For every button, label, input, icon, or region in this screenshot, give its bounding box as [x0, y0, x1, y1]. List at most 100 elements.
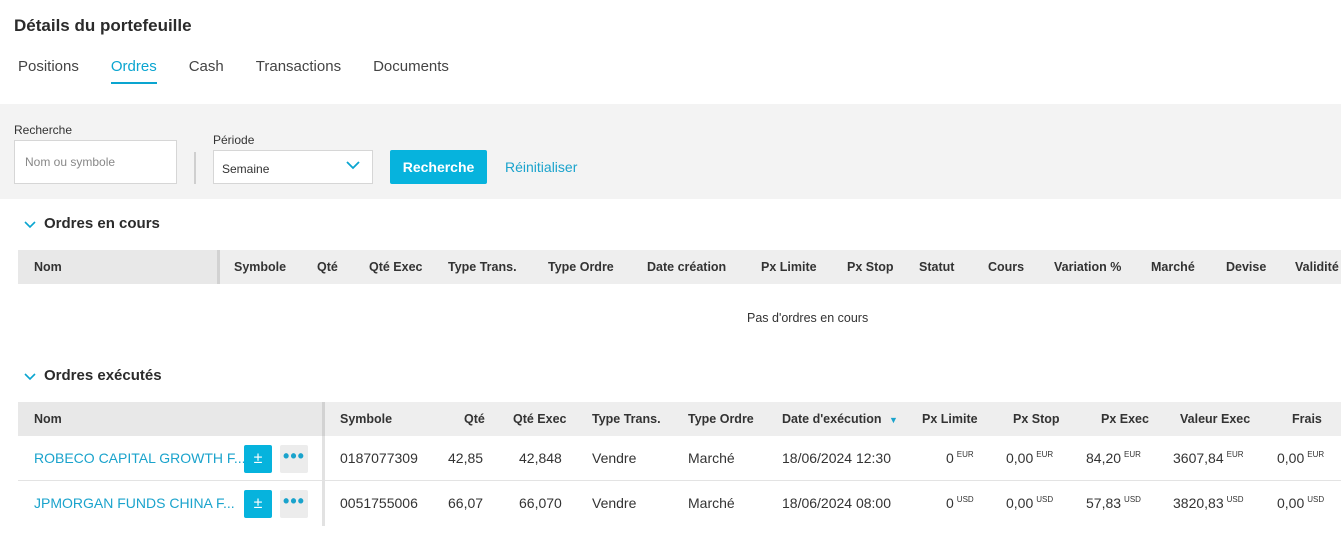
- column-header-validite[interactable]: Validité: [1295, 250, 1339, 284]
- column-header-variation[interactable]: Variation %: [1054, 250, 1121, 284]
- currency-label: USD: [1036, 495, 1054, 504]
- cell-px-limite-value: 0: [946, 495, 954, 511]
- pending-orders-title: Ordres en cours: [44, 215, 160, 232]
- column-header-type-ordre[interactable]: Type Ordre: [548, 250, 614, 284]
- chevron-down-icon: [24, 220, 36, 228]
- cell-valeur-exec-value: 3820,83: [1173, 495, 1224, 511]
- column-header-type-trans[interactable]: Type Trans.: [592, 402, 661, 436]
- column-header-valeur-exec[interactable]: Valeur Exec: [1180, 402, 1250, 436]
- tab-cash[interactable]: Cash: [189, 58, 224, 84]
- plus-minus-button[interactable]: ±: [244, 445, 272, 473]
- tab-ordres[interactable]: Ordres: [110, 58, 157, 84]
- cell-px-exec-value: 57,83: [1086, 495, 1122, 511]
- column-header-px-limite[interactable]: Px Limite: [922, 402, 978, 436]
- column-header-date-execution[interactable]: Date d'exécution ▼: [782, 402, 898, 437]
- row-nom-cell: ROBECO CAPITAL GROWTH F... ± •••: [18, 436, 325, 481]
- currency-label: USD: [1307, 495, 1325, 504]
- currency-label: USD: [1124, 495, 1141, 504]
- chevron-down-icon: [346, 161, 360, 170]
- executed-orders-header: Nom Symbole Qté Qté Exec Type Trans. Typ…: [18, 402, 1341, 436]
- filter-divider: [194, 152, 196, 184]
- row-nom-cell: JPMORGAN FUNDS CHINA F... ± •••: [18, 481, 325, 526]
- cell-symbole: 0187077309: [340, 450, 418, 466]
- column-header-px-stop[interactable]: Px Stop: [1013, 402, 1060, 436]
- page-title: Détails du portefeuille: [14, 16, 192, 35]
- column-header-marche[interactable]: Marché: [1151, 250, 1195, 284]
- cell-qte: 66,07: [448, 495, 484, 511]
- cell-symbole: 0051755006: [340, 495, 418, 511]
- pending-orders-empty-message: Pas d'ordres en cours: [747, 311, 869, 325]
- column-header-date-creation[interactable]: Date création: [647, 250, 726, 284]
- cell-type-trans: Vendre: [592, 495, 637, 511]
- table-row: JPMORGAN FUNDS CHINA F... ± ••• 00517550…: [18, 481, 1341, 526]
- cell-px-stop-value: 0,00: [1006, 450, 1034, 466]
- sort-desc-icon: ▼: [889, 415, 898, 425]
- currency-label: USD: [956, 495, 974, 504]
- column-header-symbole[interactable]: Symbole: [340, 402, 392, 436]
- instrument-link[interactable]: JPMORGAN FUNDS CHINA F...: [34, 495, 235, 511]
- table-row: ROBECO CAPITAL GROWTH F... ± ••• 0187077…: [18, 436, 1341, 481]
- period-select[interactable]: Semaine: [213, 150, 373, 184]
- cell-px-limite-value: 0: [946, 450, 954, 466]
- chevron-down-icon: [24, 372, 36, 380]
- currency-label: EUR: [956, 450, 974, 459]
- column-header-cours[interactable]: Cours: [988, 250, 1024, 284]
- instrument-link[interactable]: ROBECO CAPITAL GROWTH F...: [34, 450, 246, 466]
- reset-link[interactable]: Réinitialiser: [505, 159, 577, 175]
- cell-px-stop: 0,00 EUR: [1006, 450, 1053, 466]
- cell-px-exec: 84,20 EUR: [1086, 450, 1141, 466]
- cell-px-limite: 0 EUR: [946, 450, 974, 466]
- period-label: Période: [213, 133, 255, 147]
- cell-px-stop-value: 0,00: [1006, 495, 1034, 511]
- column-header-type-ordre[interactable]: Type Ordre: [688, 402, 754, 436]
- cell-frais-value: 0,00: [1277, 495, 1305, 511]
- tab-bar: Positions Ordres Cash Transactions Docum…: [18, 58, 481, 84]
- cell-qte-exec: 66,070: [519, 495, 562, 511]
- pending-orders-toggle[interactable]: Ordres en cours: [24, 215, 160, 232]
- column-header-frais[interactable]: Frais: [1292, 402, 1322, 436]
- column-header-px-limite[interactable]: Px Limite: [761, 250, 817, 284]
- cell-type-trans: Vendre: [592, 450, 637, 466]
- plus-minus-button[interactable]: ±: [244, 490, 272, 518]
- cell-px-exec: 57,83 USD: [1086, 495, 1141, 511]
- cell-valeur-exec: 3820,83 USD: [1173, 495, 1244, 511]
- pending-orders-header: Nom Symbole Qté Qté Exec Type Trans. Typ…: [18, 250, 1341, 284]
- executed-orders-toggle[interactable]: Ordres exécutés: [24, 367, 162, 384]
- currency-label: EUR: [1036, 450, 1054, 459]
- cell-px-stop: 0,00 USD: [1006, 495, 1053, 511]
- executed-nom-header-cell: Nom: [18, 402, 325, 436]
- more-options-button[interactable]: •••: [280, 445, 308, 473]
- cell-qte: 42,85: [448, 450, 484, 466]
- search-input[interactable]: [14, 140, 177, 184]
- cell-type-ordre: Marché: [688, 495, 735, 511]
- tab-documents[interactable]: Documents: [373, 58, 449, 84]
- pending-nom-header-cell: Nom: [18, 250, 220, 284]
- search-button[interactable]: Recherche: [390, 150, 487, 184]
- column-header-devise[interactable]: Devise: [1226, 250, 1266, 284]
- currency-label: EUR: [1307, 450, 1325, 459]
- tab-positions[interactable]: Positions: [18, 58, 79, 84]
- column-header-px-stop[interactable]: Px Stop: [847, 250, 894, 284]
- column-header-qte[interactable]: Qté: [317, 250, 338, 284]
- column-header-nom[interactable]: Nom: [34, 402, 62, 436]
- cell-valeur-exec: 3607,84 EUR: [1173, 450, 1244, 466]
- column-header-px-exec[interactable]: Px Exec: [1101, 402, 1149, 436]
- cell-px-limite: 0 USD: [946, 495, 974, 511]
- tab-transactions[interactable]: Transactions: [256, 58, 341, 84]
- column-header-date-execution-label: Date d'exécution: [782, 412, 882, 426]
- column-header-statut[interactable]: Statut: [919, 250, 954, 284]
- column-header-qte-exec[interactable]: Qté Exec: [369, 250, 423, 284]
- cell-px-exec-value: 84,20: [1086, 450, 1122, 466]
- cell-frais: 0,00 EUR: [1277, 450, 1324, 466]
- column-header-qte[interactable]: Qté: [464, 402, 485, 436]
- cell-frais: 0,00 USD: [1277, 495, 1324, 511]
- column-header-qte-exec[interactable]: Qté Exec: [513, 402, 567, 436]
- column-header-nom[interactable]: Nom: [34, 250, 62, 284]
- search-label: Recherche: [14, 123, 73, 137]
- executed-orders-title: Ordres exécutés: [44, 367, 162, 384]
- column-header-symbole[interactable]: Symbole: [234, 250, 286, 284]
- column-header-type-trans[interactable]: Type Trans.: [448, 250, 517, 284]
- more-options-button[interactable]: •••: [280, 490, 308, 518]
- cell-type-ordre: Marché: [688, 450, 735, 466]
- cell-valeur-exec-value: 3607,84: [1173, 450, 1224, 466]
